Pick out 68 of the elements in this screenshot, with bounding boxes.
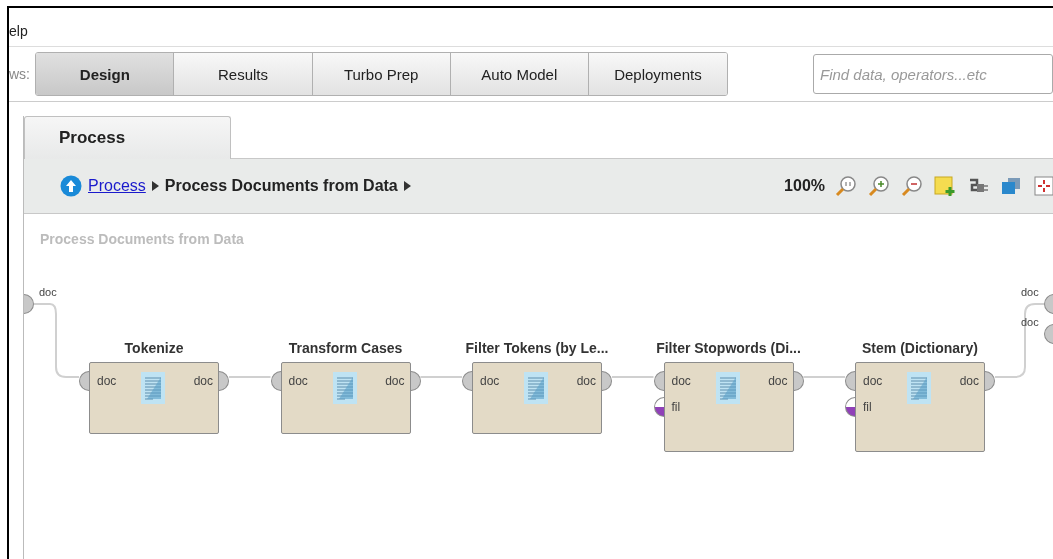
- port-label: doc: [959, 374, 979, 388]
- view-tab[interactable]: Design: [36, 53, 175, 95]
- zoom-in-icon[interactable]: [868, 175, 890, 197]
- port-connector[interactable]: [845, 371, 855, 391]
- port-connector[interactable]: [985, 371, 995, 391]
- breadcrumb-current: Process Documents from Data: [164, 177, 398, 195]
- port-label: doc: [97, 374, 117, 388]
- connection-wire[interactable]: [33, 303, 80, 378]
- canvas-title: Process Documents from Data: [40, 231, 244, 247]
- zoom-level: 100%: [784, 177, 825, 195]
- document-icon: [715, 372, 740, 404]
- port-connector[interactable]: [219, 371, 229, 391]
- port-connector[interactable]: [1044, 324, 1053, 344]
- port-connector[interactable]: [24, 294, 34, 314]
- zoom-reset-icon[interactable]: [835, 175, 857, 197]
- add-note-icon[interactable]: [934, 175, 956, 197]
- port-label: doc: [1021, 316, 1039, 328]
- document-icon: [141, 372, 165, 404]
- view-tab[interactable]: Turbo Prep: [312, 53, 451, 95]
- view-tab[interactable]: Deployments: [588, 53, 727, 95]
- operator-title: Transform Cases: [287, 340, 404, 356]
- port-connector[interactable]: [653, 371, 664, 391]
- view-tab[interactable]: Auto Model: [450, 53, 589, 95]
- operator-box[interactable]: [472, 362, 602, 434]
- port-label: fil: [671, 400, 681, 414]
- port-connector[interactable]: [410, 371, 421, 391]
- port-connector[interactable]: [793, 371, 804, 391]
- port-label: doc: [385, 374, 405, 388]
- operator-box[interactable]: [663, 362, 794, 452]
- port-connector[interactable]: [602, 371, 612, 391]
- port-label: fil: [863, 400, 872, 414]
- process-tab[interactable]: Process: [24, 116, 231, 159]
- operator-box[interactable]: [89, 362, 219, 434]
- fit-frame-icon[interactable]: [1033, 175, 1053, 197]
- port-connector[interactable]: [462, 371, 472, 391]
- breadcrumb-arrow-icon[interactable]: [403, 181, 411, 191]
- breadcrumb-arrow-icon: [151, 181, 159, 191]
- operator-title: Filter Tokens (by Le...: [464, 340, 610, 356]
- port-connector[interactable]: [79, 371, 89, 391]
- operator-box[interactable]: [855, 362, 985, 452]
- port-label: doc: [288, 374, 308, 388]
- port-label: doc: [576, 374, 596, 388]
- port-label: doc: [768, 374, 788, 388]
- document-icon: [907, 372, 931, 404]
- port-connector[interactable]: [1044, 294, 1053, 314]
- port-connector[interactable]: [845, 397, 855, 417]
- menu-item[interactable]: elp: [9, 23, 28, 45]
- document-icon: [332, 372, 357, 404]
- port-label: doc: [863, 374, 883, 388]
- operator-title: Tokenize: [123, 340, 185, 356]
- layers-icon[interactable]: [1000, 175, 1022, 197]
- port-connector[interactable]: [270, 371, 281, 391]
- zoom-out-icon[interactable]: [901, 175, 923, 197]
- breadcrumb-link[interactable]: Process: [88, 177, 146, 195]
- operator-box[interactable]: [280, 362, 411, 434]
- connection-wire[interactable]: [994, 303, 1045, 378]
- port-label: doc: [39, 286, 57, 298]
- port-label: doc: [1021, 286, 1039, 298]
- port-label: doc: [193, 374, 213, 388]
- document-icon: [524, 372, 548, 404]
- view-tab[interactable]: Results: [174, 53, 313, 95]
- search-field[interactable]: Find data, operators...etc: [813, 54, 1053, 94]
- operator-title: Stem (Dictionary): [861, 340, 979, 356]
- views-label: ws:: [9, 66, 31, 82]
- port-connector[interactable]: [653, 397, 664, 417]
- operator-title: Filter Stopwords (Di...: [655, 340, 802, 356]
- port-label: doc: [671, 374, 691, 388]
- port-label: doc: [480, 374, 500, 388]
